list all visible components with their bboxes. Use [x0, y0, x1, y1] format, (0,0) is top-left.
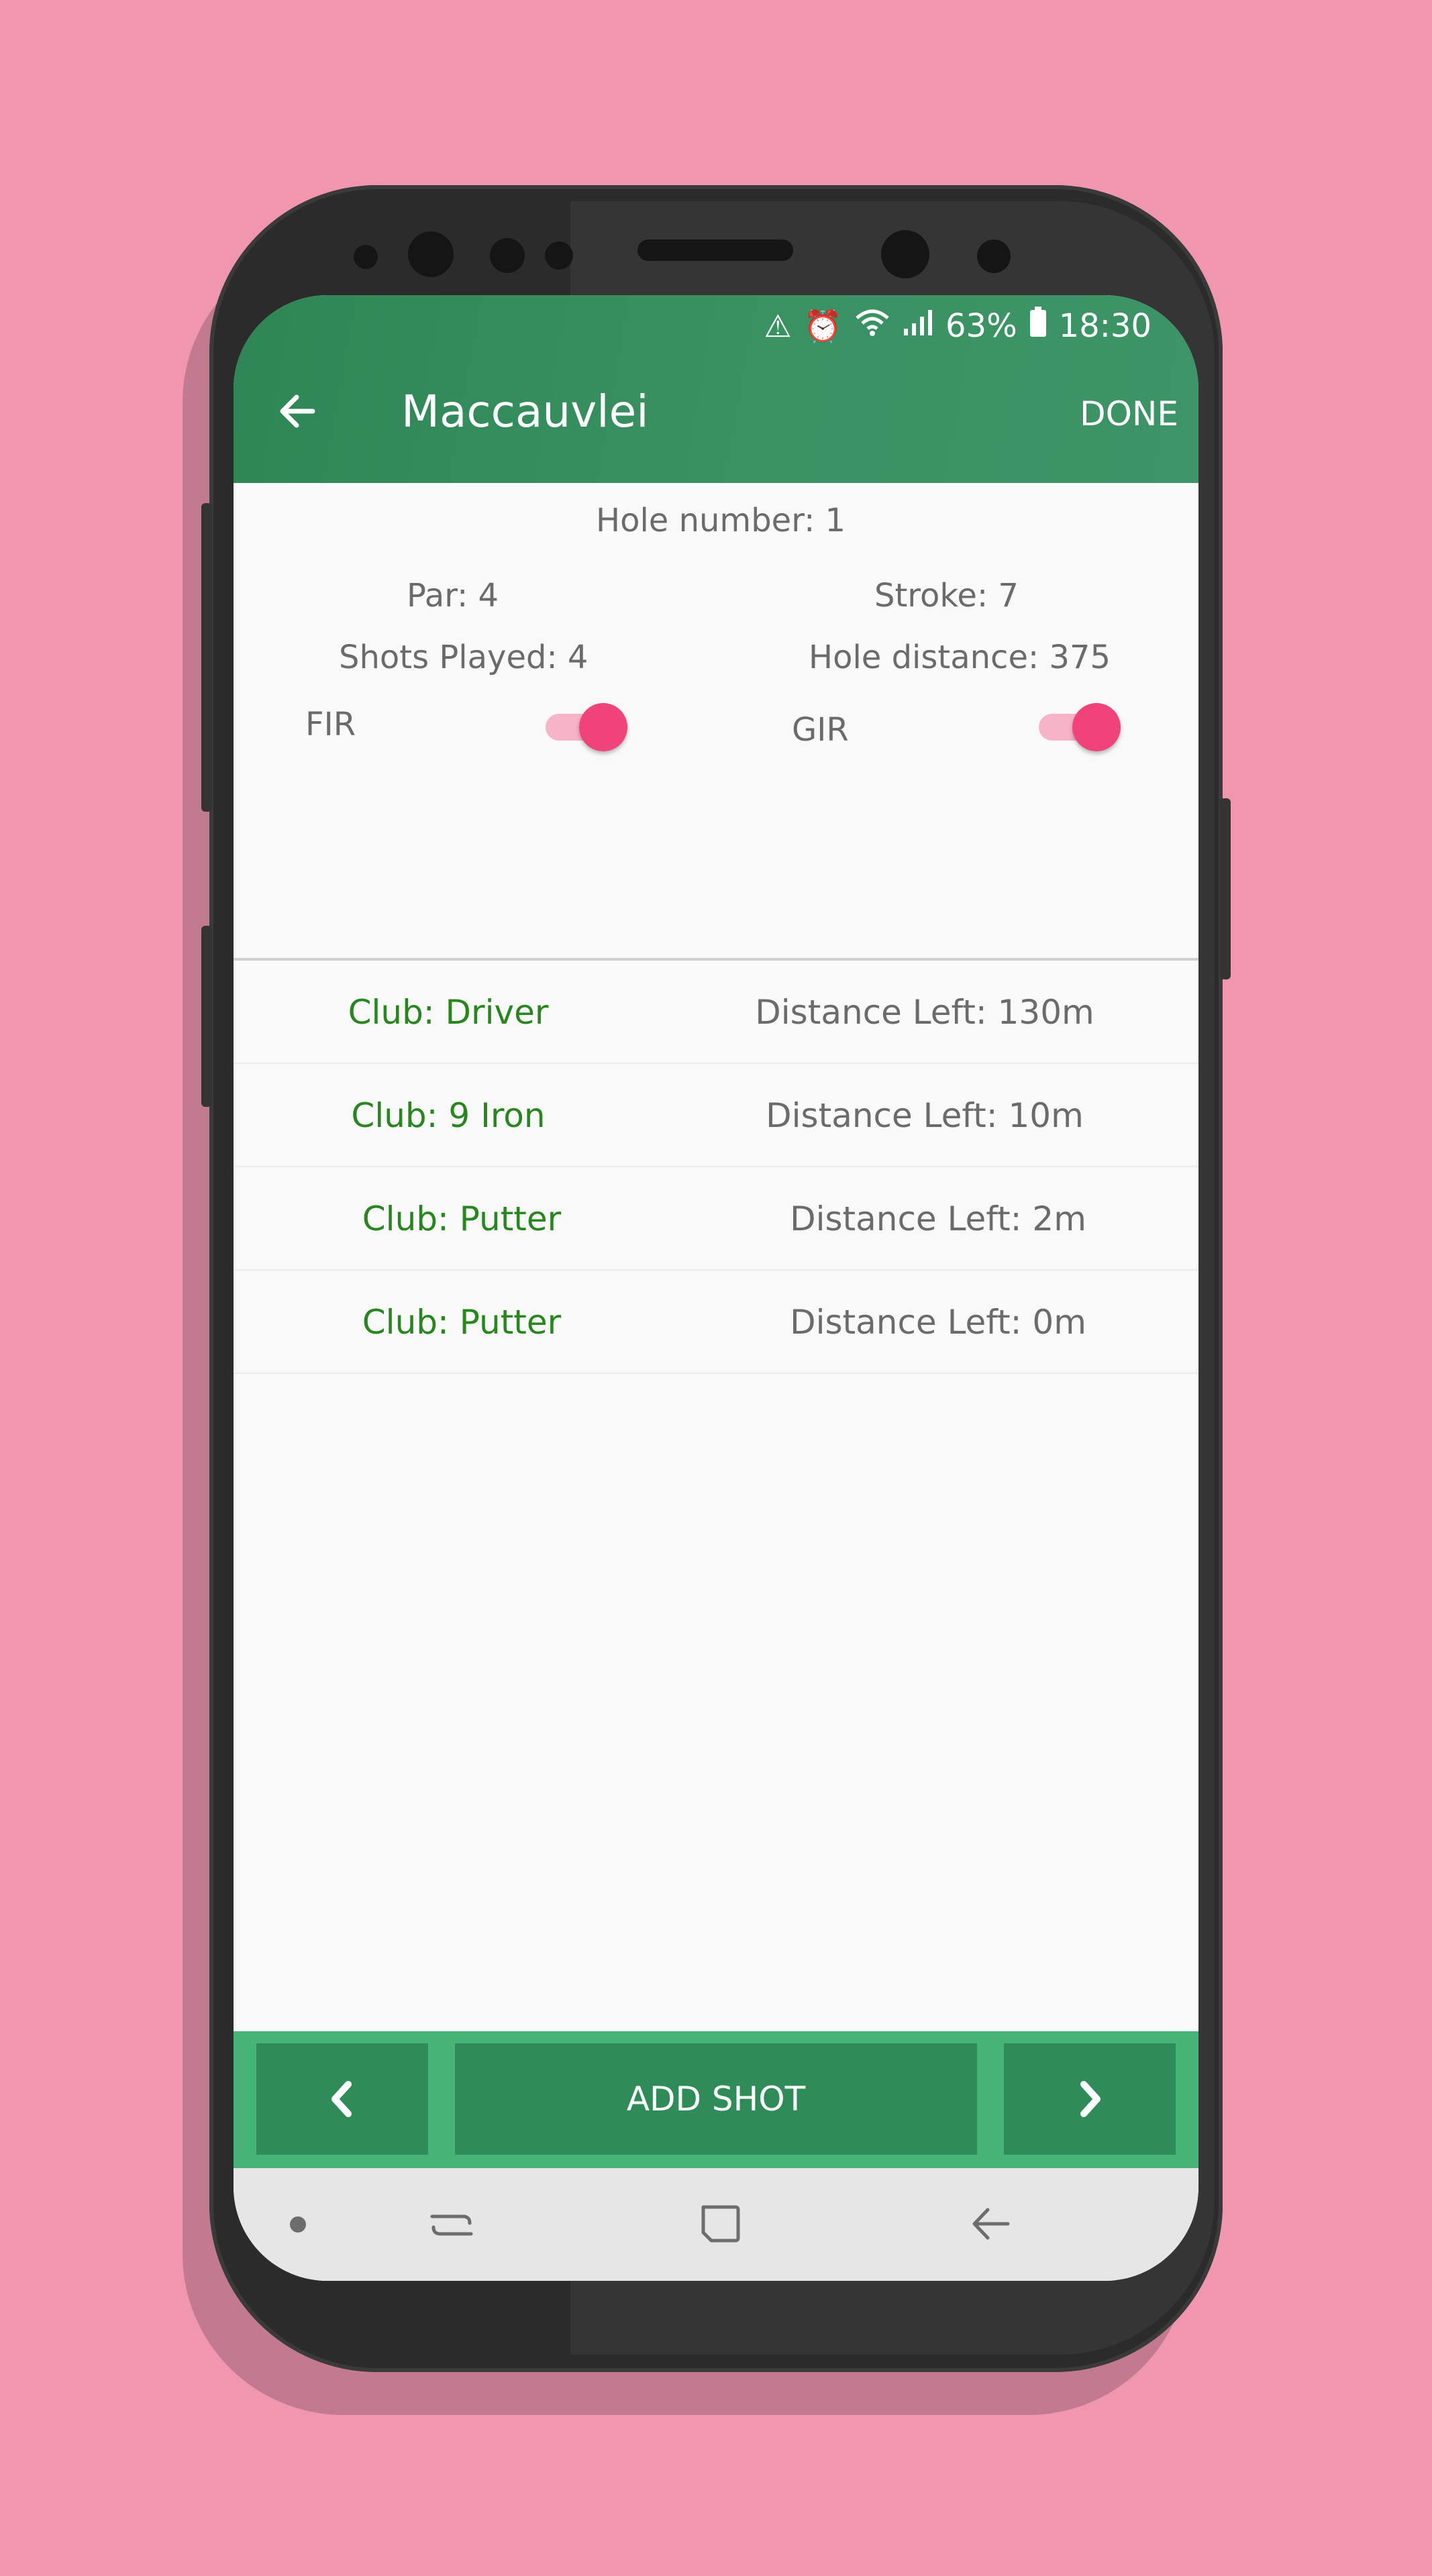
power-button: [1220, 798, 1231, 979]
shot-club: Club: Driver: [348, 993, 549, 1032]
fir-label: FIR: [305, 706, 356, 743]
chevron-right-icon: [1080, 2081, 1101, 2117]
shot-club: Club: Putter: [362, 1303, 562, 1342]
status-bar: ⚠ ⏰ 63% 18:30: [764, 299, 1152, 353]
shot-distance-left: Distance Left: 0m: [790, 1303, 1086, 1342]
stroke-index: Stroke: 7: [874, 577, 1019, 614]
battery-icon: [1029, 307, 1047, 345]
back-arrow-icon[interactable]: [274, 388, 321, 435]
shot-row[interactable]: Club: Driver Distance Left: 130m: [234, 961, 1198, 1064]
hole-info-panel: Hole number: 1 Par: 4 Stroke: 7 Shots Pl…: [234, 483, 1198, 1374]
alarm-icon: ⏰: [803, 307, 842, 344]
nav-dot-icon[interactable]: [290, 2216, 306, 2233]
recent-apps-icon[interactable]: [428, 2202, 475, 2251]
android-nav-bar: [234, 2168, 1198, 2281]
shot-club: Club: Putter: [362, 1199, 562, 1238]
add-shot-label: ADD SHOT: [626, 2080, 806, 2118]
signal-icon: [903, 307, 933, 345]
gir-toggle[interactable]: [1039, 699, 1121, 753]
app-screen: ⚠ ⏰ 63% 18:30 Maccauvlei DONE Hole numbe…: [234, 295, 1198, 2281]
nav-back-icon[interactable]: [966, 2200, 1013, 2250]
shot-distance-left: Distance Left: 130m: [755, 993, 1094, 1032]
hole-number: Hole number: 1: [596, 502, 846, 539]
course-title: Maccauvlei: [401, 386, 649, 437]
par: Par: 4: [407, 577, 499, 614]
sensor-dot: [977, 239, 1011, 273]
shot-list: Club: Driver Distance Left: 130m Club: 9…: [234, 961, 1198, 1374]
gir-toggle-thumb: [1072, 703, 1121, 751]
earpiece-speaker: [637, 239, 793, 261]
done-button[interactable]: DONE: [1080, 394, 1178, 433]
clock: 18:30: [1058, 307, 1152, 345]
shot-row[interactable]: Club: Putter Distance Left: 0m: [234, 1271, 1198, 1374]
battery-percent: 63%: [945, 307, 1017, 345]
add-shot-button[interactable]: ADD SHOT: [455, 2043, 977, 2155]
warning-icon: ⚠: [764, 308, 792, 344]
previous-hole-button[interactable]: [256, 2043, 428, 2155]
sensor-dot: [354, 245, 378, 269]
sensor-dot: [408, 231, 454, 277]
wifi-icon: [854, 307, 890, 345]
fir-toggle[interactable]: [546, 699, 627, 753]
shot-distance-left: Distance Left: 2m: [790, 1199, 1086, 1238]
sensor-dot: [490, 238, 525, 273]
shot-row[interactable]: Club: 9 Iron Distance Left: 10m: [234, 1064, 1198, 1167]
volume-up-button: [201, 503, 212, 812]
home-icon[interactable]: [697, 2199, 744, 2249]
shot-distance-left: Distance Left: 10m: [766, 1096, 1084, 1135]
chevron-left-icon: [331, 2081, 352, 2117]
gir-label: GIR: [792, 711, 849, 749]
next-hole-button[interactable]: [1004, 2043, 1176, 2155]
front-camera: [881, 230, 929, 278]
shot-club: Club: 9 Iron: [351, 1096, 546, 1135]
hole-distance: Hole distance: 375: [809, 639, 1111, 676]
sensor-dot: [545, 241, 573, 270]
app-bar: ⚠ ⏰ 63% 18:30 Maccauvlei DONE: [234, 295, 1198, 483]
shots-played: Shots Played: 4: [339, 639, 589, 676]
shot-row[interactable]: Club: Putter Distance Left: 2m: [234, 1167, 1198, 1271]
volume-down-button: [201, 926, 212, 1107]
bottom-action-bar: ADD SHOT: [234, 2031, 1198, 2168]
fir-toggle-thumb: [579, 703, 627, 751]
